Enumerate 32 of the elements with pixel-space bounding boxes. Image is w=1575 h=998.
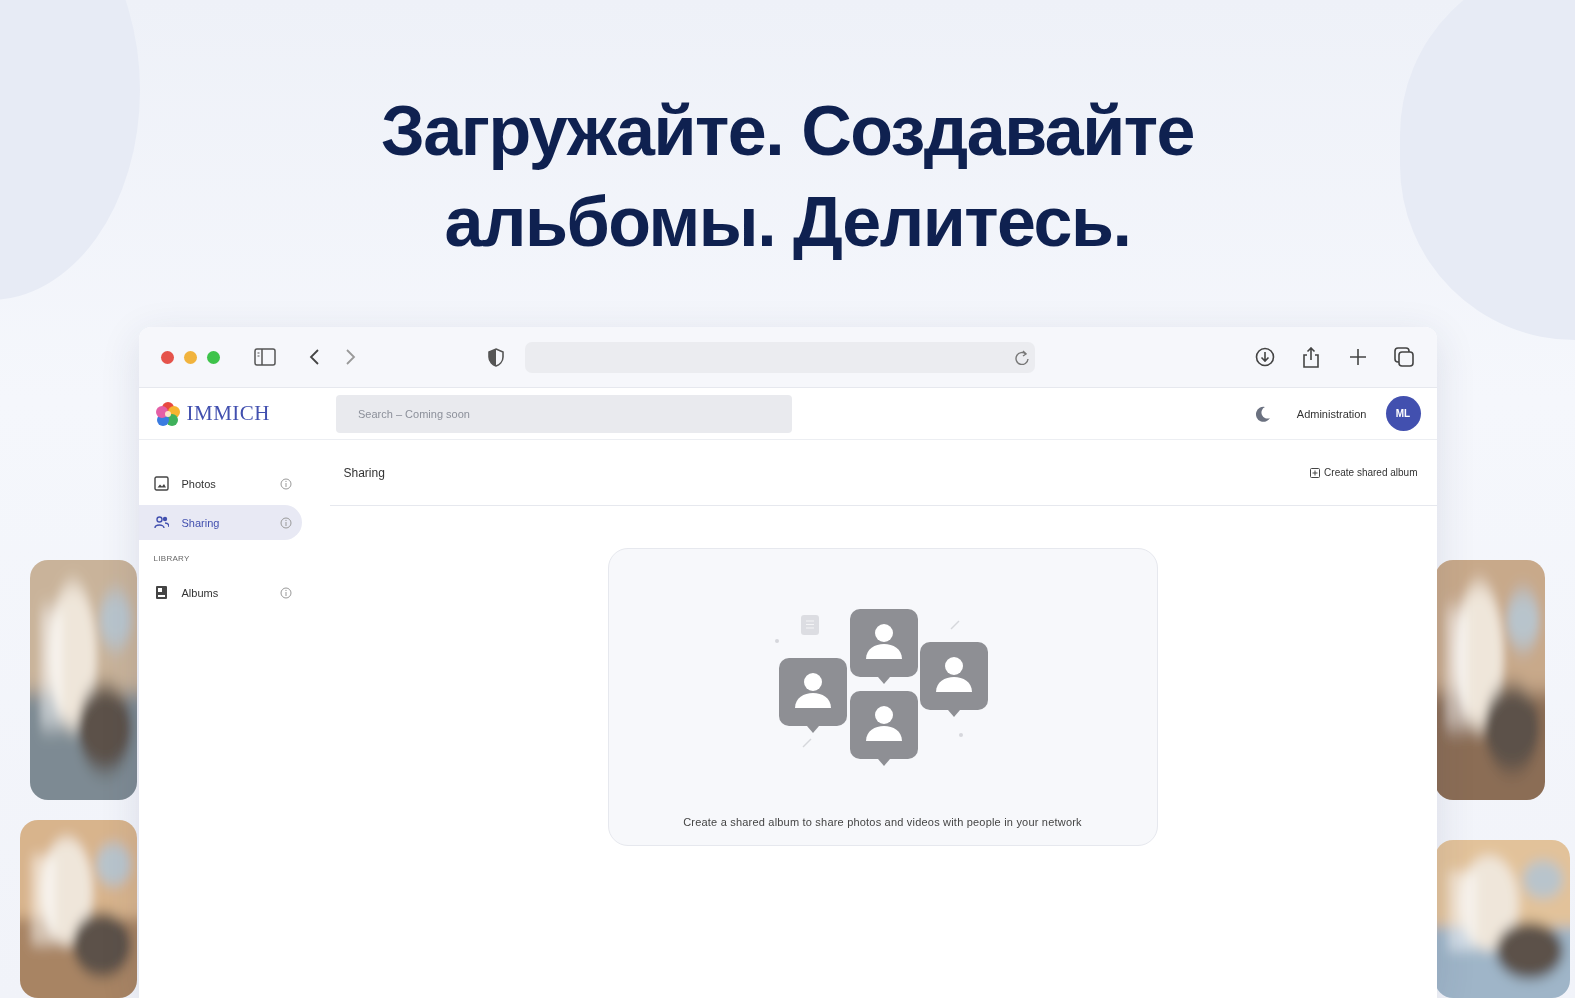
section-label: LIBRARY <box>152 553 191 565</box>
shield-icon[interactable] <box>486 347 505 367</box>
plus-icon[interactable] <box>1348 348 1367 366</box>
avatar[interactable]: ML <box>1385 396 1421 431</box>
moon-icon[interactable] <box>1254 405 1271 422</box>
maximize-window-button[interactable] <box>206 350 220 364</box>
reload-icon[interactable] <box>1013 349 1029 365</box>
headline-line: альбомы. Делитесь. <box>444 182 1131 263</box>
app-logo[interactable]: IMMICH <box>186 401 270 426</box>
sidebar-item[interactable]: Sharing <box>138 505 302 540</box>
headline-line: Загружайте. Создавайте <box>381 91 1194 172</box>
sidebar-item-icon <box>153 585 169 600</box>
empty-state-message: Create a shared album to share photos and videos with people in your network <box>683 816 1082 828</box>
plus-square-icon <box>1310 467 1321 478</box>
share-icon[interactable] <box>1300 346 1321 368</box>
sidebar-item[interactable]: Photos <box>138 466 302 501</box>
info-icon[interactable] <box>279 477 292 490</box>
administration-link[interactable]: Administration <box>1296 407 1367 420</box>
close-window-button[interactable] <box>160 350 174 364</box>
tabs-icon[interactable] <box>1393 347 1414 367</box>
sidebar-item[interactable]: Albums <box>138 575 302 610</box>
sidebar-item-icon <box>153 515 169 530</box>
forward-icon[interactable] <box>343 348 356 366</box>
sidebar-item-icon <box>153 476 169 491</box>
logo-icon <box>154 400 181 427</box>
download-icon[interactable] <box>1254 347 1275 367</box>
page-title: Sharing <box>343 465 385 480</box>
search-field[interactable]: Search – Coming soon <box>336 394 792 433</box>
back-icon[interactable] <box>307 348 320 366</box>
create-album-button[interactable]: Create shared album <box>1308 465 1420 480</box>
info-icon[interactable] <box>279 586 292 599</box>
sidebar-toggle-icon[interactable] <box>253 347 276 367</box>
